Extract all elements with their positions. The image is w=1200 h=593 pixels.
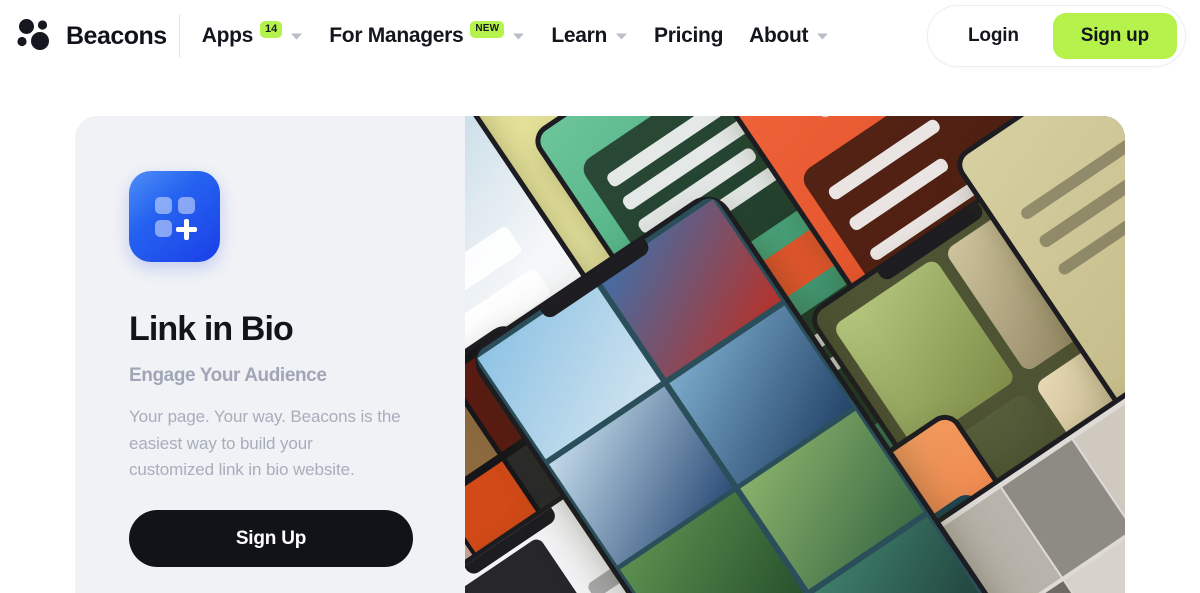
brand-logo-link[interactable]: Beacons	[0, 16, 167, 56]
nav-item-pricing[interactable]: Pricing	[654, 24, 723, 48]
app-icon-square-2	[178, 197, 195, 214]
auth-button-group: Login Sign up	[927, 5, 1186, 67]
nav-item-about[interactable]: About	[749, 24, 829, 48]
nav-badge-apps-count: 14	[260, 20, 283, 38]
top-navigation-bar: Beacons Apps 14 For Managers NEW Learn P…	[0, 0, 1200, 72]
hero-text-panel: Link in Bio Engage Your Audience Your pa…	[75, 116, 465, 593]
chevron-down-icon[interactable]	[512, 32, 525, 41]
hero-phone-collage-image	[465, 116, 1125, 593]
nav-item-pricing-label: Pricing	[654, 24, 724, 47]
plus-icon-vertical	[184, 218, 189, 240]
hero-section: Link in Bio Engage Your Audience Your pa…	[75, 116, 1125, 593]
nav-divider	[178, 14, 180, 58]
nav-item-about-label: About	[749, 24, 809, 47]
nav-item-for-managers[interactable]: For Managers NEW	[329, 20, 525, 48]
hero-subtitle: Engage Your Audience	[129, 365, 327, 387]
hero-signup-button[interactable]: Sign Up	[129, 510, 413, 568]
app-icon-square-1	[155, 197, 172, 214]
collage-background	[465, 116, 1125, 593]
hero-title: Link in Bio	[129, 310, 294, 348]
nav-item-learn[interactable]: Learn	[551, 24, 628, 48]
link-in-bio-app-icon	[129, 171, 220, 262]
chevron-down-icon[interactable]	[615, 32, 628, 41]
nav-item-apps[interactable]: Apps 14	[201, 20, 304, 48]
nav-badge-new: NEW	[470, 20, 505, 38]
login-button[interactable]: Login	[936, 14, 1051, 58]
signup-button[interactable]: Sign up	[1052, 13, 1177, 59]
hero-description: Your page. Your way. Beacons is the easi…	[129, 407, 401, 480]
app-icon-square-3	[155, 220, 172, 237]
chevron-down-icon[interactable]	[290, 32, 303, 41]
nav-item-for-managers-label: For Managers	[329, 24, 464, 47]
primary-nav-links: Apps 14 For Managers NEW Learn Pricing A…	[201, 20, 927, 48]
chevron-down-icon[interactable]	[816, 32, 829, 41]
nav-item-apps-label: Apps	[201, 24, 254, 47]
beacons-dots-logo-icon	[17, 19, 49, 50]
brand-name: Beacons	[66, 21, 167, 50]
nav-item-learn-label: Learn	[551, 24, 608, 47]
